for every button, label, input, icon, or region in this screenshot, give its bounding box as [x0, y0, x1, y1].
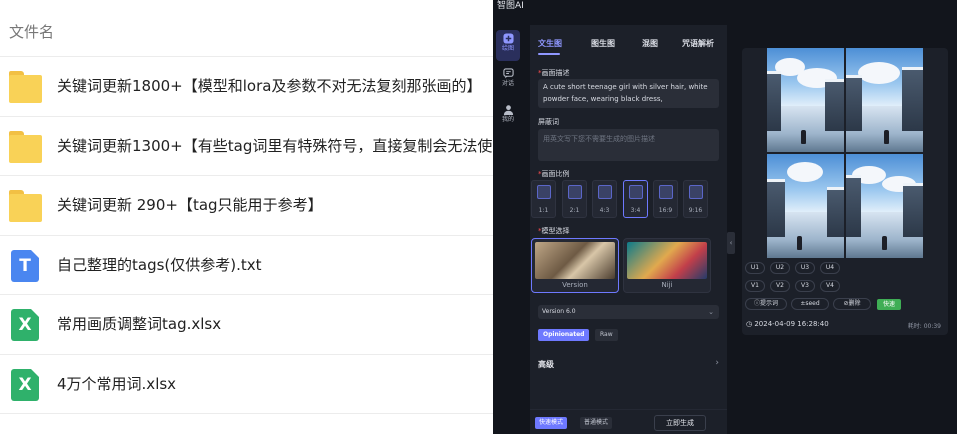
prompt-label: *画面描述: [538, 69, 570, 77]
rail-label: 我的: [501, 116, 514, 123]
file-name[interactable]: 4万个常用词.xlsx: [57, 355, 176, 414]
chevron-down-icon: ⌄: [708, 308, 714, 316]
mode-tabs: 文生图 图生图 混图 咒语解析: [530, 38, 727, 56]
advanced-section[interactable]: 高级 ›: [530, 354, 727, 376]
generated-image[interactable]: [846, 154, 923, 258]
chat-icon: [502, 68, 514, 79]
file-name[interactable]: 常用画质调整词tag.xlsx: [57, 295, 221, 354]
folder-icon: [9, 190, 42, 222]
upscale-button-u4[interactable]: U4: [820, 262, 840, 274]
tab-text-to-image[interactable]: 文生图: [538, 38, 562, 49]
ratio-option[interactable]: 9:16: [683, 180, 708, 218]
xlsx-file-icon: X: [9, 368, 42, 401]
variation-button-v2[interactable]: V2: [770, 280, 790, 292]
model-label: *模型选择: [538, 227, 570, 235]
generated-image[interactable]: [767, 48, 844, 152]
seed-action-button[interactable]: ±seed: [791, 298, 829, 310]
rail-item-chat[interactable]: 对话: [496, 65, 520, 96]
rail-label: 对话: [501, 80, 514, 87]
app-title: 智图AI: [497, 1, 524, 11]
tab-blend[interactable]: 混图: [642, 38, 658, 49]
file-name-column-header[interactable]: 文件名: [0, 0, 493, 57]
timestamp: ◷ 2024-04-09 16:28:40: [746, 320, 829, 328]
plus-icon: [502, 33, 514, 44]
model-preview-image: [535, 242, 615, 279]
folder-icon: [9, 130, 42, 163]
ratio-option[interactable]: 1:1: [531, 180, 556, 218]
txt-file-icon: T: [9, 249, 42, 282]
file-row[interactable]: X 4万个常用词.xlsx: [0, 355, 493, 414]
model-option-version[interactable]: Version: [531, 238, 619, 293]
upscale-button-u1[interactable]: U1: [745, 262, 765, 274]
rail-item-me[interactable]: 我的: [496, 101, 520, 132]
side-rail: 绘图 对话 我的: [493, 25, 522, 434]
file-name[interactable]: 关键词更新 290+【tag只能用于参考】: [57, 176, 323, 235]
negative-prompt-textarea[interactable]: 用英文写下您不需要生成的图片描述: [538, 129, 719, 161]
elapsed-time: 耗时: 00:39: [907, 323, 941, 330]
file-row[interactable]: 关键词更新 290+【tag只能用于参考】: [0, 176, 493, 236]
collapse-handle[interactable]: ‹: [727, 232, 735, 254]
prompt-textarea[interactable]: A cute short teenage girl with silver ha…: [538, 79, 719, 108]
version-select[interactable]: Version 6.0 ⌄: [538, 305, 719, 319]
file-row[interactable]: 关键词更新1800+【模型和lora及参数不对无法复刻那张画的】: [0, 57, 493, 117]
file-name[interactable]: 关键词更新1800+【模型和lora及参数不对无法复刻那张画的】: [57, 57, 481, 116]
square-icon: [598, 185, 612, 199]
user-icon: [503, 105, 513, 115]
fast-badge: 快速: [877, 299, 901, 310]
file-row[interactable]: T 自己整理的tags(仅供参考).txt: [0, 236, 493, 295]
ratio-option[interactable]: 2:1: [562, 180, 587, 218]
style-opinionated-toggle[interactable]: Opinionated: [538, 329, 590, 341]
normal-mode-button[interactable]: 普通模式: [580, 417, 613, 429]
bottom-bar: 快速模式 普通模式 立即生成: [530, 409, 727, 434]
generate-button[interactable]: 立即生成: [654, 415, 706, 431]
generated-image-grid[interactable]: [767, 48, 923, 258]
ai-drawing-app: 智图AI 绘图 对话 我的 文生图 图生图 混图 咒语解析 *画面描述 A cu…: [493, 0, 957, 434]
file-list-panel: 文件名 关键词更新1800+【模型和lora及参数不对无法复刻那张画的】 关键词…: [0, 0, 493, 434]
generated-image[interactable]: [846, 48, 923, 152]
square-icon: [689, 185, 703, 199]
rail-item-draw[interactable]: 绘图: [496, 30, 520, 61]
rail-label: 绘图: [501, 45, 514, 52]
square-icon: [659, 185, 673, 199]
negative-prompt-label: 屏蔽词: [538, 118, 559, 126]
model-preview-image: [627, 242, 707, 279]
square-icon: [568, 185, 582, 199]
square-icon: [537, 185, 551, 199]
ratio-option-selected[interactable]: 3:4: [623, 180, 648, 218]
fast-mode-button[interactable]: 快速模式: [535, 417, 568, 429]
prompt-action-button[interactable]: ⓘ提示词: [745, 298, 787, 310]
tab-prompt-analysis[interactable]: 咒语解析: [682, 38, 714, 49]
upscale-button-u3[interactable]: U3: [795, 262, 815, 274]
variation-button-v4[interactable]: V4: [820, 280, 840, 292]
generated-image[interactable]: [767, 154, 844, 258]
delete-action-button[interactable]: ⊘删除: [833, 298, 871, 310]
file-row[interactable]: X 常用画质调整词tag.xlsx: [0, 295, 493, 355]
square-icon: [629, 185, 643, 199]
settings-panel: 文生图 图生图 混图 咒语解析 *画面描述 A cute short teena…: [530, 25, 727, 434]
variation-button-v3[interactable]: V3: [795, 280, 815, 292]
tab-image-to-image[interactable]: 图生图: [591, 38, 615, 49]
chevron-right-icon: ›: [715, 358, 719, 368]
result-card: U1 U2 U3 U4 V1 V2 V3 V4 ⓘ提示词 ±seed ⊘删除 快…: [742, 48, 948, 335]
variation-button-v1[interactable]: V1: [745, 280, 765, 292]
xlsx-file-icon: X: [9, 309, 42, 341]
ratio-label: *画面比例: [538, 170, 570, 178]
file-row[interactable]: 关键词更新1300+【有些tag词里有特殊符号，直接复制会无法使用: [0, 117, 493, 176]
active-tab-indicator: [538, 53, 560, 55]
model-option-niji[interactable]: Niji: [623, 238, 711, 293]
file-name[interactable]: 关键词更新1300+【有些tag词里有特殊符号，直接复制会无法使用: [57, 117, 493, 176]
folder-icon: [9, 71, 42, 103]
file-name[interactable]: 自己整理的tags(仅供参考).txt: [57, 236, 262, 295]
ratio-option[interactable]: 16:9: [653, 180, 678, 218]
upscale-button-u2[interactable]: U2: [770, 262, 790, 274]
ratio-option[interactable]: 4:3: [592, 180, 617, 218]
style-raw-toggle[interactable]: Raw: [595, 329, 618, 341]
